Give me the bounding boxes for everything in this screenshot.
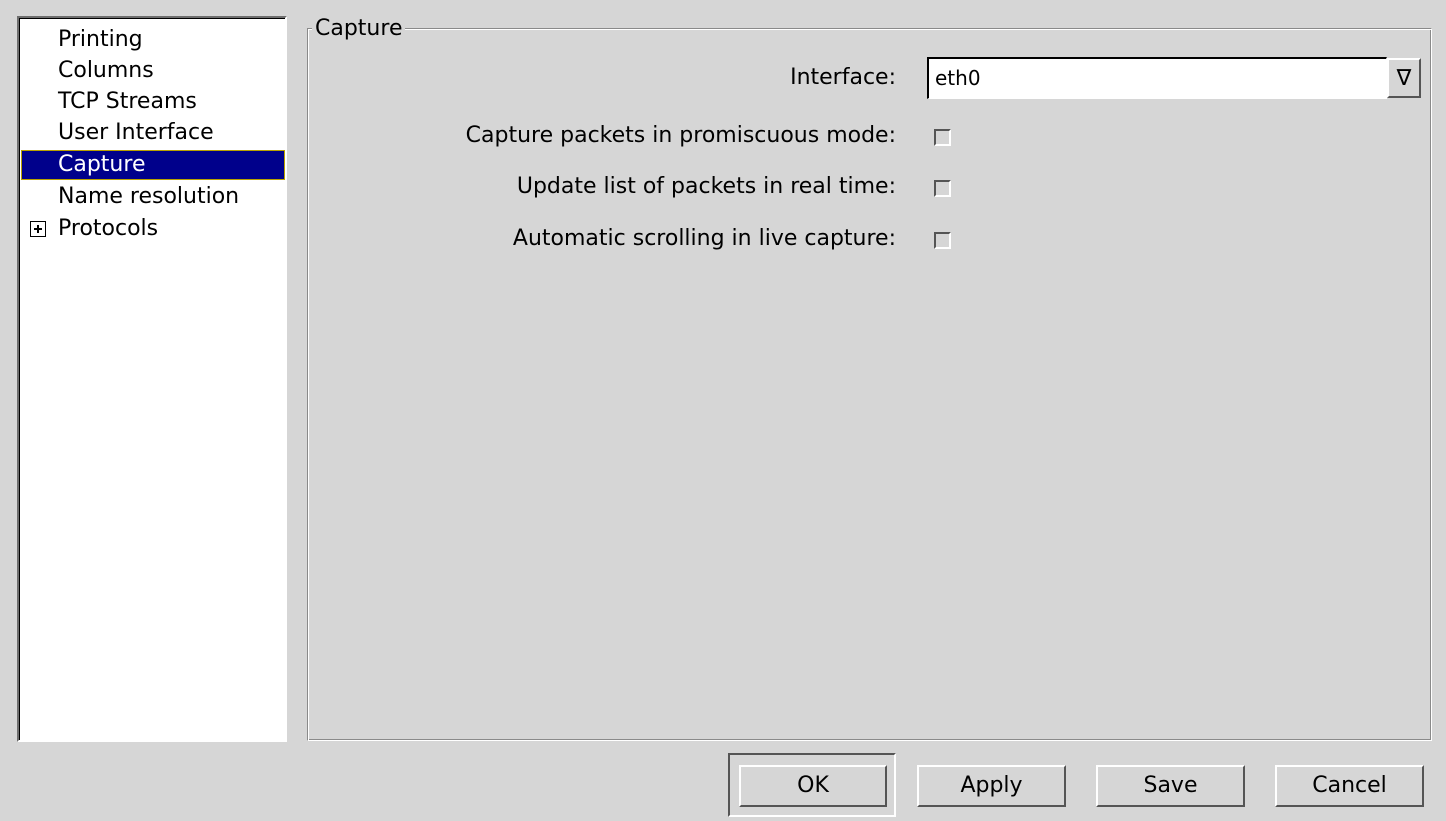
interface-dropdown-button[interactable]: ∇ (1387, 58, 1421, 98)
tree-item-label: TCP Streams (58, 89, 197, 114)
tree-item-label: Name resolution (58, 184, 240, 209)
interface-combo-input[interactable]: eth0 (927, 57, 1387, 99)
tree-item-label: Protocols (58, 216, 159, 241)
capture-frame-title: Capture (312, 16, 406, 42)
save-button[interactable]: Save (1096, 765, 1245, 807)
promiscuous-checkbox[interactable] (934, 129, 951, 146)
autoscroll-checkbox[interactable] (934, 232, 951, 249)
tree-item-user-interface[interactable]: User Interface (22, 119, 284, 147)
preferences-tree[interactable]: Printing Columns TCP Streams User Interf… (17, 16, 287, 742)
tree-item-label: Capture (58, 152, 146, 177)
tree-item-capture[interactable]: Capture (21, 150, 285, 180)
tree-item-tcp-streams[interactable]: TCP Streams (22, 88, 284, 116)
chevron-down-icon: ∇ (1396, 65, 1412, 91)
realtime-checkbox[interactable] (934, 180, 951, 197)
ok-button[interactable]: OK (739, 765, 887, 807)
plus-icon[interactable] (30, 221, 46, 237)
autoscroll-label: Automatic scrolling in live capture: (512, 226, 896, 251)
interface-label: Interface: (790, 65, 896, 90)
tree-item-columns[interactable]: Columns (22, 57, 284, 85)
realtime-label: Update list of packets in real time: (516, 174, 896, 199)
tree-item-name-resolution[interactable]: Name resolution (22, 183, 284, 211)
tree-item-label: User Interface (58, 120, 214, 145)
apply-button[interactable]: Apply (917, 765, 1066, 807)
tree-item-label: Printing (58, 27, 143, 52)
tree-item-protocols[interactable]: Protocols (22, 215, 284, 243)
preferences-dialog: Printing Columns TCP Streams User Interf… (0, 0, 1446, 821)
tree-item-label: Columns (58, 58, 154, 83)
cancel-button[interactable]: Cancel (1275, 765, 1424, 807)
tree-item-printing[interactable]: Printing (22, 26, 284, 54)
promiscuous-label: Capture packets in promiscuous mode: (465, 123, 896, 148)
